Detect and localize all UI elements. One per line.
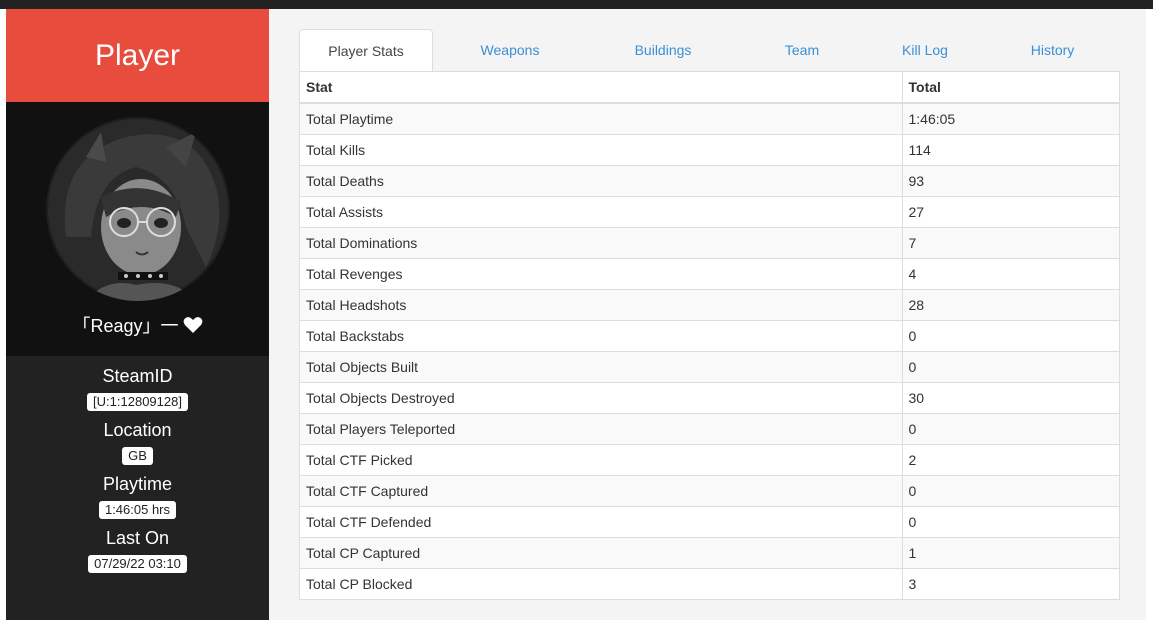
table-row: Total Revenges 4 bbox=[300, 257, 1119, 289]
stat-total: 0 bbox=[902, 474, 1119, 506]
table-row: Total CP Captured 1 bbox=[300, 536, 1119, 568]
stats-table-container: Stat Total Total Playtime 1:46:05 Total K… bbox=[299, 71, 1120, 600]
stat-total: 0 bbox=[902, 319, 1119, 351]
stat-total: 7 bbox=[902, 226, 1119, 258]
column-header-total: Total bbox=[902, 72, 1119, 104]
table-row: Total Kills 114 bbox=[300, 133, 1119, 165]
top-bar bbox=[0, 0, 1153, 9]
player-info: SteamID [U:1:12809128] Location GB Playt… bbox=[6, 356, 269, 581]
main-panel: Player Stats Weapons Buildings Team Kill… bbox=[269, 9, 1146, 620]
table-row: Total Headshots 28 bbox=[300, 288, 1119, 320]
location-label: Location bbox=[103, 420, 172, 440]
stat-total: 114 bbox=[902, 133, 1119, 165]
stat-name: Total Revenges bbox=[300, 257, 903, 289]
stat-name: Total Objects Built bbox=[300, 350, 903, 382]
tab-history[interactable]: History bbox=[985, 29, 1120, 71]
player-name-text: 「Reagy」一 bbox=[72, 316, 179, 336]
table-row: Total CP Blocked 3 bbox=[300, 567, 1119, 599]
table-row: Total Dominations 7 bbox=[300, 226, 1119, 258]
stat-name: Total Objects Destroyed bbox=[300, 381, 903, 413]
stats-table: Stat Total Total Playtime 1:46:05 Total K… bbox=[300, 72, 1119, 599]
location-value: GB bbox=[122, 447, 153, 465]
table-row: Total Objects Destroyed 30 bbox=[300, 381, 1119, 413]
page-edge bbox=[1146, 9, 1153, 620]
stat-name: Total CTF Captured bbox=[300, 474, 903, 506]
stat-name: Total Headshots bbox=[300, 288, 903, 320]
steamid-value: [U:1:12809128] bbox=[87, 393, 188, 411]
stat-total: 2 bbox=[902, 443, 1119, 475]
tab-weapons[interactable]: Weapons bbox=[433, 29, 587, 71]
tab-team[interactable]: Team bbox=[739, 29, 865, 71]
stat-name: Total Dominations bbox=[300, 226, 903, 258]
player-name: 「Reagy」一 bbox=[72, 312, 202, 338]
stat-total: 4 bbox=[902, 257, 1119, 289]
table-row: Total Assists 27 bbox=[300, 195, 1119, 227]
stat-total: 28 bbox=[902, 288, 1119, 320]
table-row: Total Objects Built 0 bbox=[300, 350, 1119, 382]
player-header: Player bbox=[6, 9, 269, 102]
player-header-title: Player bbox=[94, 38, 181, 72]
heart-icon bbox=[183, 317, 202, 333]
table-row: Total Playtime 1:46:05 bbox=[300, 102, 1119, 134]
table-row: Total Deaths 93 bbox=[300, 164, 1119, 196]
stat-name: Total Assists bbox=[300, 195, 903, 227]
stat-total: 93 bbox=[902, 164, 1119, 196]
stat-name: Total CTF Defended bbox=[300, 505, 903, 537]
avatar bbox=[45, 117, 230, 301]
stat-name: Total Kills bbox=[300, 133, 903, 165]
table-row: Total CTF Defended 0 bbox=[300, 505, 1119, 537]
stat-total: 27 bbox=[902, 195, 1119, 227]
table-row: Total Backstabs 0 bbox=[300, 319, 1119, 351]
stat-total: 0 bbox=[902, 412, 1119, 444]
stat-name: Total CTF Picked bbox=[300, 443, 903, 475]
tab-kill-log[interactable]: Kill Log bbox=[865, 29, 985, 71]
player-profile: 「Reagy」一 bbox=[6, 102, 269, 356]
stat-total: 1:46:05 bbox=[902, 102, 1119, 134]
stat-name: Total CP Captured bbox=[300, 536, 903, 568]
stat-total: 1 bbox=[902, 536, 1119, 568]
table-row: Total Players Teleported 0 bbox=[300, 412, 1119, 444]
stat-name: Total Backstabs bbox=[300, 319, 903, 351]
stat-total: 0 bbox=[902, 505, 1119, 537]
stat-name: Total Players Teleported bbox=[300, 412, 903, 444]
last-on-label: Last On bbox=[105, 528, 170, 548]
stat-total: 0 bbox=[902, 350, 1119, 382]
table-header-row: Stat Total bbox=[300, 72, 1119, 104]
table-row: Total CTF Captured 0 bbox=[300, 474, 1119, 506]
steamid-label: SteamID bbox=[102, 366, 173, 386]
last-on-value: 07/29/22 03:10 bbox=[88, 555, 187, 573]
avatar-image bbox=[45, 117, 230, 301]
stat-name: Total Playtime bbox=[300, 102, 903, 134]
table-row: Total CTF Picked 2 bbox=[300, 443, 1119, 475]
column-header-stat: Stat bbox=[300, 72, 903, 104]
tab-buildings[interactable]: Buildings bbox=[587, 29, 739, 71]
stat-name: Total CP Blocked bbox=[300, 567, 903, 599]
tab-bar: Player Stats Weapons Buildings Team Kill… bbox=[299, 29, 1120, 71]
tab-player-stats[interactable]: Player Stats bbox=[299, 29, 433, 71]
playtime-value: 1:46:05 hrs bbox=[98, 501, 177, 519]
stat-total: 3 bbox=[902, 567, 1119, 599]
stat-name: Total Deaths bbox=[300, 164, 903, 196]
playtime-label: Playtime bbox=[102, 474, 173, 494]
player-sidebar: Player 「Reagy」一 SteamID [U:1:12809128] L… bbox=[6, 9, 269, 620]
stat-total: 30 bbox=[902, 381, 1119, 413]
